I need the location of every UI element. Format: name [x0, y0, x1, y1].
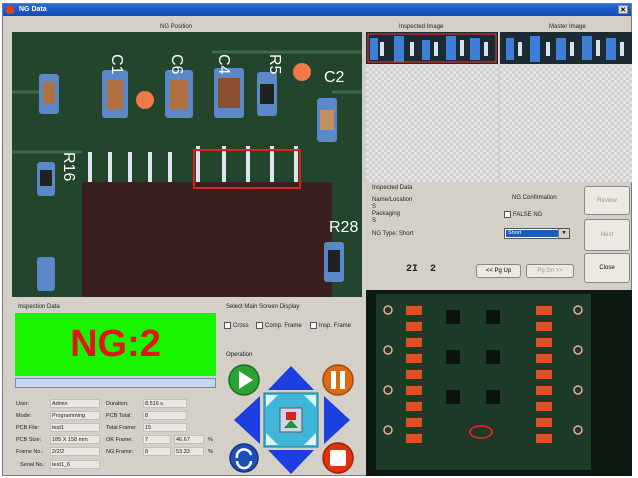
arrow-down-button[interactable] [268, 450, 314, 474]
next-button[interactable]: Next [584, 219, 630, 251]
pcb-file-label: PCB File: [16, 425, 40, 431]
ng-type-selected-value: Short [506, 230, 559, 237]
serial-label: Serial No.: [20, 462, 46, 468]
counter-sep: I [412, 264, 419, 275]
pcb-total-label: PCB Total: [106, 413, 132, 419]
duration-label: Duration: [106, 401, 129, 407]
false-ng-check-box[interactable] [504, 211, 511, 218]
inspected-image-label: Inspected Image [399, 24, 444, 30]
insp-frame-check-box[interactable] [310, 322, 317, 329]
ng-type-value: Short [398, 231, 414, 237]
user-label: User: [16, 401, 30, 407]
ok-frame-value: 7 [143, 435, 171, 444]
app-icon [6, 6, 14, 14]
master-strip-graphic [500, 32, 632, 64]
inspected-strip-graphic [366, 32, 498, 64]
review-button[interactable]: Review [584, 186, 630, 215]
ng-type-label: NG Type [372, 231, 396, 237]
board-label-r5: R5 [266, 54, 283, 75]
ng-position-image[interactable]: C1 C6 C4 R5 C2 R16 R28 [12, 32, 362, 297]
false-ng-label: FALSE NG [513, 212, 543, 219]
name-location-label: Name/Location [372, 197, 413, 203]
inspected-image[interactable] [366, 32, 498, 182]
pause-button[interactable] [322, 364, 354, 396]
insp-frame-checkbox[interactable]: Insp. Frame [310, 322, 351, 329]
arrow-up-button[interactable] [268, 366, 314, 390]
close-button[interactable]: Close [584, 253, 630, 283]
duration-value: 8.516 s [143, 399, 187, 408]
total-frame-value: 15 [143, 423, 187, 432]
cross-label: Cross [233, 323, 249, 330]
play-button[interactable] [228, 364, 260, 396]
name-location-value: S [372, 204, 377, 210]
packaging-label: Packaging [372, 211, 401, 217]
arrow-left-button[interactable] [234, 396, 260, 444]
board-label-c4: C4 [215, 54, 232, 75]
ng-confirmation-title: NG Confirmation [512, 195, 557, 201]
pcb-overview-image[interactable] [366, 290, 632, 476]
refresh-button[interactable] [229, 443, 259, 473]
pcb-closeup-graphic: C1 C6 C4 R5 C2 R16 R28 [12, 32, 362, 297]
board-label-r16: R16 [60, 152, 77, 181]
ng-type-row: NG Type: Short [372, 231, 414, 237]
stop-button[interactable] [322, 442, 354, 474]
false-ng-checkbox[interactable]: FALSE NG [504, 211, 542, 218]
ng-frame-value: 8 [143, 447, 171, 456]
mode-value: Programming [50, 411, 100, 420]
comp-frame-check-box[interactable] [256, 322, 263, 329]
chevron-down-icon[interactable]: ▼ [558, 229, 569, 238]
pcb-overview-graphic [376, 294, 591, 470]
page-up-button[interactable]: << Pg Up [476, 264, 521, 278]
cross-checkbox[interactable]: Cross [224, 322, 249, 329]
window-title: NG Data [19, 6, 47, 13]
ng-frame-pct: 53.33 [174, 447, 204, 456]
counter-total: 2 [430, 264, 437, 275]
frame-no-label: Frame No.: [16, 449, 44, 455]
board-label-r28: R28 [329, 219, 358, 236]
board-label-c1: C1 [108, 54, 125, 75]
mode-label: Mode: [16, 413, 32, 419]
ok-frame-label: OK Frame: [106, 437, 133, 443]
master-image-label: Master Image [549, 24, 586, 30]
pcb-size-label: PCB Size: [16, 437, 42, 443]
comp-frame-label: Comp. Frame [265, 323, 302, 330]
inspection-progress-bar [15, 378, 216, 388]
insp-frame-label: Insp. Frame [319, 323, 352, 330]
board-label-c6: C6 [168, 54, 185, 75]
arrow-right-button[interactable] [324, 396, 350, 444]
board-label-c2: C2 [324, 69, 345, 86]
display-select-title: Select Main Screen Display [226, 304, 300, 310]
pcb-size-value: 185 X 158 mm [50, 435, 100, 444]
progress-fill [16, 379, 215, 387]
inspected-data-title: Inspected Data [372, 185, 413, 191]
page-down-button[interactable]: Pg Dn >> [526, 264, 574, 278]
user-value: Admin [50, 399, 100, 408]
operation-pad [228, 364, 354, 474]
title-bar: NG Data ✕ [3, 4, 631, 16]
ng-frame-label: NG Frame: [106, 449, 134, 455]
ng-counter: 2I 2 [406, 264, 436, 275]
pcb-total-value: 8 [143, 411, 187, 420]
comp-frame-checkbox[interactable]: Comp. Frame [256, 322, 302, 329]
pcb-file-value: test1 [50, 423, 100, 432]
packaging-value: S [372, 218, 377, 224]
inspection-data-title: Inspection Data [18, 304, 60, 310]
ng-result-box: NG:2 [15, 313, 216, 376]
inspection-info-table: User: Admin Mode: Programming PCB File: … [16, 394, 218, 474]
center-navigation-button[interactable] [263, 392, 319, 448]
ng-type-select[interactable]: Short ▼ [504, 228, 570, 239]
cross-check-box[interactable] [224, 322, 231, 329]
total-frame-label: Total Frame: [106, 425, 137, 431]
close-window-button[interactable]: ✕ [618, 5, 628, 14]
serial-value: test1_6 [50, 460, 100, 469]
ok-pct-sign: % [208, 437, 213, 443]
ng-pct-sign: % [208, 449, 213, 455]
master-image[interactable] [500, 32, 632, 182]
ng-position-label: NG Position [160, 24, 193, 30]
ok-frame-pct: 46.67 [174, 435, 204, 444]
ng-result-text: NG:2 [70, 323, 161, 365]
operation-label: Operation [226, 352, 253, 358]
frame-no-value: 2/2/2 [50, 447, 100, 456]
